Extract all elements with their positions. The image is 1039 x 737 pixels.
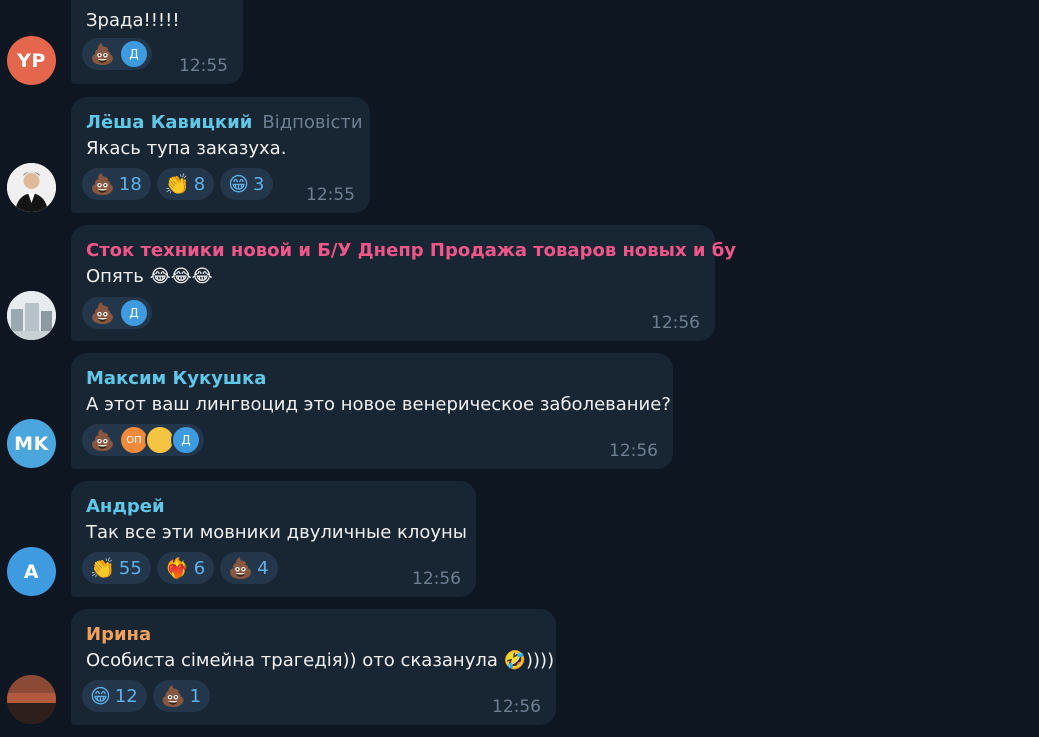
reaction-poop[interactable]: 💩 4 [220,552,278,584]
landscape-photo-icon [7,675,56,724]
message-2[interactable]: Лёша Кавицкий Відповісти Якась тупа заказ… [0,97,1039,213]
reaction-poop[interactable]: 💩 1 [152,680,211,712]
message-bubble[interactable]: Лёша Кавицкий Відповісти Якась тупа заказ… [71,97,370,213]
reaction-poop[interactable]: 💩 Д [82,38,152,70]
message-text: Особиста сімейна трагедія)) ото сказанул… [86,650,555,671]
message-text: Опять 😂😂😂 [86,266,213,287]
message-time: 12:56 [412,569,461,589]
message-time: 12:56 [651,313,700,333]
message-5[interactable]: A Андрей Так все эти мовники двуличные к… [0,481,1039,597]
shop-photo-icon [7,291,56,340]
message-time: 12:55 [179,56,228,76]
sender-name[interactable]: Максим Кукушка [86,368,266,389]
poop-icon: 💩 [228,556,254,580]
reaction-heart-fire[interactable]: ❤️‍🔥 6 [156,552,215,584]
reaction-grin[interactable]: 😁 3 [220,168,274,200]
message-text: А этот ваш лингвоцид это новое венеричес… [86,394,671,415]
reaction-poop[interactable]: 💩 Д [82,297,152,329]
clap-icon: 👏 [164,172,190,196]
message-time: 12:56 [492,697,541,717]
reaction-count: 55 [118,557,142,579]
person-photo-icon [7,163,56,212]
poop-icon: 💩 [90,301,115,325]
reactor-avatar: Д [118,298,149,328]
avatar[interactable]: YP [7,36,56,85]
message-bubble[interactable]: Сток техники новой и Б/У Днепр Продажа т… [71,225,736,341]
heart-on-fire-icon: ❤️‍🔥 [164,556,190,580]
message-bubble[interactable]: Максим Кукушка А этот ваш лингвоцид это … [71,353,673,469]
message-6[interactable]: Ирина Особиста сімейна трагедія)) ото ск… [0,609,1039,725]
avatar[interactable] [7,675,56,724]
grin-icon: 😁 [90,684,111,708]
reaction-count: 18 [118,173,142,195]
sender-name[interactable]: Сток техники новой и Б/У Днепр Продажа т… [86,240,736,261]
sender-name[interactable]: Лёша Кавицкий Відповісти [86,112,363,133]
poop-icon: 💩 [90,428,115,452]
grin-icon: 😁 [228,172,250,196]
reaction-grin[interactable]: 😁 12 [82,680,147,712]
sender-name[interactable]: Андрей [86,496,165,517]
avatar[interactable] [7,163,56,212]
reactor-avatar: Д [170,425,201,455]
avatar[interactable]: MK [7,419,56,468]
reaction-count: 6 [193,557,206,579]
reply-link[interactable]: Відповісти [262,112,362,133]
sender-name[interactable]: Ирина [86,624,151,645]
reaction-clap[interactable]: 👏 55 [82,552,151,584]
reaction-count: 1 [189,685,202,707]
reaction-count: 12 [114,685,138,707]
clap-icon: 👏 [90,556,115,580]
poop-icon: 💩 [160,684,186,708]
reaction-poop[interactable]: 💩 ОП Д [82,424,204,456]
poop-icon: 💩 [90,172,115,196]
message-time: 12:55 [306,185,355,205]
reaction-count: 3 [253,173,265,195]
message-text: Так все эти мовники двуличные клоуны [86,522,468,543]
avatar[interactable]: A [7,547,56,596]
reactor-avatar: Д [118,39,149,69]
avatar-initials: MK [14,432,49,455]
poop-icon: 💩 [90,42,115,66]
reaction-poop[interactable]: 💩 18 [82,168,151,200]
message-time: 12:56 [609,441,658,461]
avatar-initials: YP [17,49,46,72]
message-text: Зрада!!!!! [86,10,180,31]
message-4[interactable]: MK Максим Кукушка А этот ваш лингвоцид э… [0,353,1039,469]
message-bubble[interactable]: Ирина Особиста сімейна трагедія)) ото ск… [71,609,556,725]
reaction-count: 4 [257,557,269,579]
message-bubble[interactable]: Андрей Так все эти мовники двуличные кло… [71,481,476,597]
avatar[interactable] [7,291,56,340]
reaction-clap[interactable]: 👏 8 [156,168,215,200]
message-bubble[interactable]: Зрада!!!!! 💩 Д 12:55 [71,0,243,84]
avatar-initials: A [23,560,40,583]
message-3[interactable]: Сток техники новой и Б/У Днепр Продажа т… [0,225,1039,341]
reaction-count: 8 [193,173,206,195]
message-text: Якась тупа заказуха. [86,138,287,159]
sender-name-text[interactable]: Лёша Кавицкий [86,112,252,133]
message-1[interactable]: YP Зрада!!!!! 💩 Д 12:55 [0,0,1039,85]
